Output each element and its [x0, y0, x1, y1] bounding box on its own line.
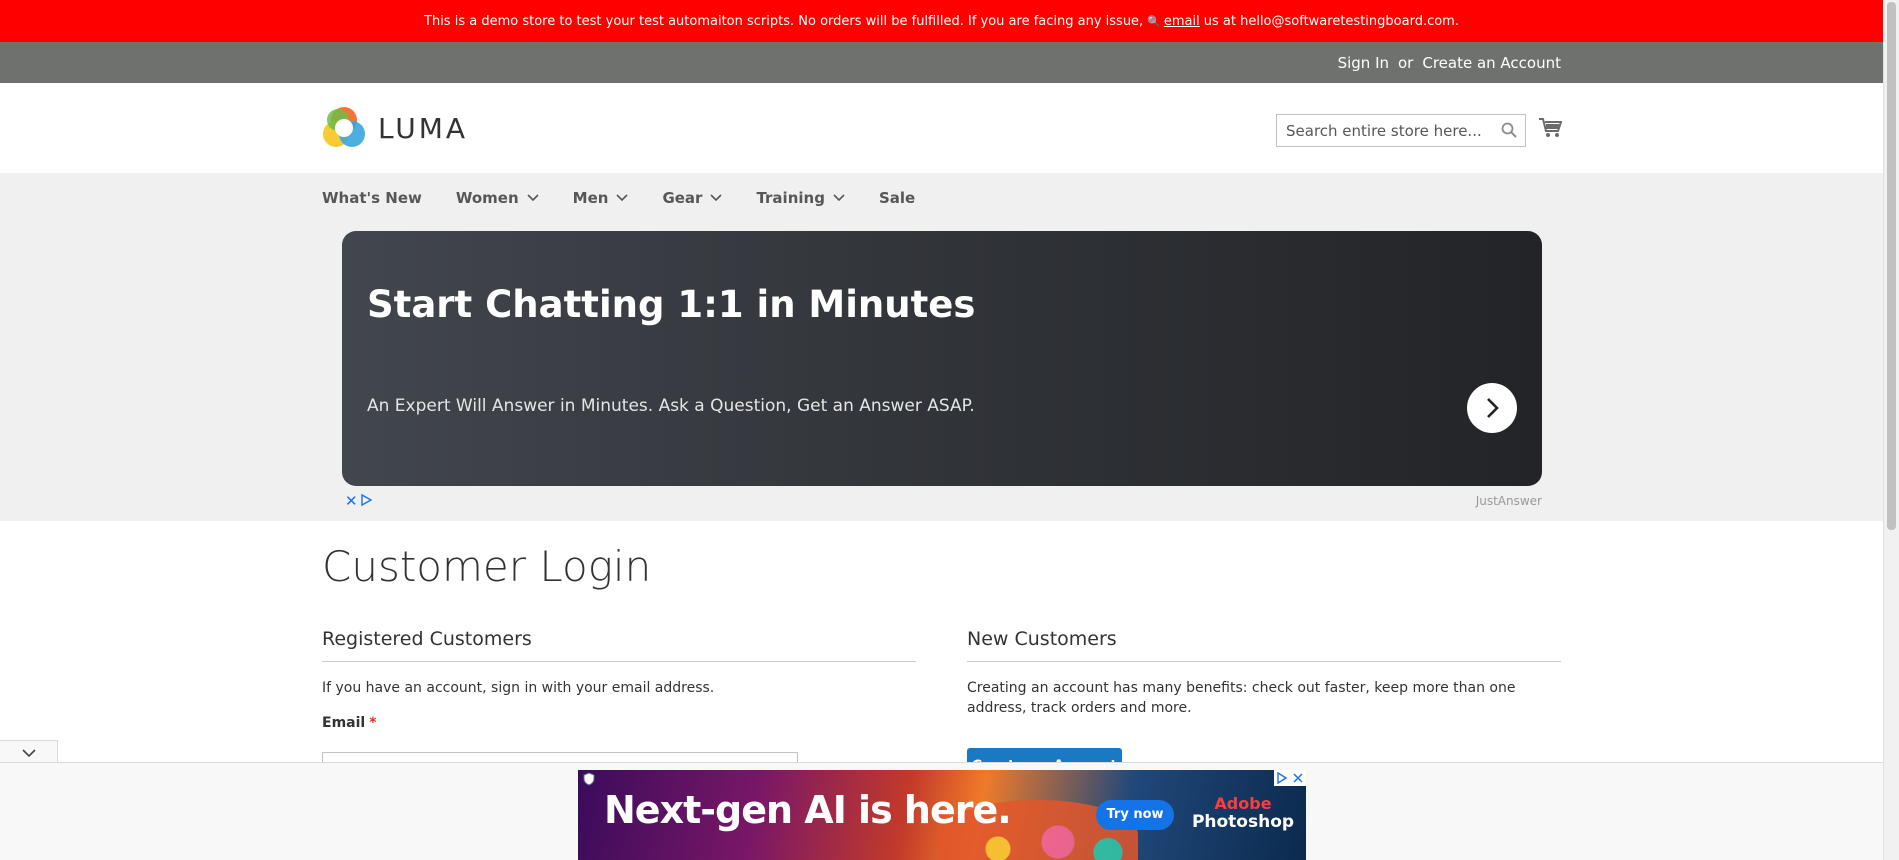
adobe-brand-line1: Adobe: [1214, 794, 1272, 813]
nav-item-label: Sale: [878, 188, 916, 207]
site-header: LUMA: [0, 83, 1883, 173]
account-links: Sign In or Create an Account: [1338, 42, 1561, 83]
scroll-thumb[interactable]: [1887, 2, 1896, 530]
logo-text: LUMA: [378, 111, 469, 145]
chevron-right-icon: [1487, 398, 1499, 418]
ad-brand: JustAnswer: [1475, 494, 1542, 508]
ad-footer: ✕ JustAnswer: [342, 492, 1542, 510]
magnifier-icon: 🔍: [1147, 14, 1161, 28]
search-box[interactable]: [1276, 114, 1526, 147]
shield-icon: [583, 772, 595, 786]
page-title: Customer Login: [322, 542, 652, 591]
adobe-brand-line2: Photoshop: [1191, 812, 1295, 832]
nav-item-label: Men: [572, 188, 609, 207]
nav-item-label: Training: [756, 188, 825, 207]
page-scrollbar[interactable]: [1883, 0, 1899, 860]
nav-item-training[interactable]: Training: [756, 188, 845, 207]
nav-item-label: Gear: [662, 188, 703, 207]
adobe-brand: Adobe Photoshop: [1188, 794, 1298, 832]
nav-item-gear[interactable]: Gear: [662, 188, 723, 207]
anchor-ad-collapse-button[interactable]: [0, 740, 58, 764]
luma-logo-icon: [323, 107, 365, 147]
sign-in-link[interactable]: Sign In: [1338, 54, 1389, 72]
ad-subtitle: An Expert Will Answer in Minutes. Ask a …: [367, 396, 975, 416]
chevron-down-icon: [527, 193, 539, 201]
adobe-photoshop-ad[interactable]: Next-gen AI is here. Try now Adobe Photo…: [578, 770, 1306, 860]
registered-customers-title: Registered Customers: [322, 628, 916, 662]
nav-item-women[interactable]: Women: [456, 189, 539, 207]
or-separator: or: [1398, 53, 1414, 72]
nav-item-men[interactable]: Men: [573, 189, 629, 207]
search-icon[interactable]: [1501, 122, 1517, 142]
justanswer-banner-ad[interactable]: Start Chatting 1:1 in Minutes An Expert …: [342, 231, 1542, 486]
ad-title: Start Chatting 1:1 in Minutes: [367, 283, 976, 326]
try-now-button[interactable]: Try now: [1096, 800, 1174, 830]
create-account-link[interactable]: Create an Account: [1422, 54, 1561, 72]
chevron-down-icon: [833, 193, 845, 201]
chevron-down-icon: [21, 748, 36, 757]
registered-customers-text: If you have an account, sign in with you…: [322, 680, 715, 696]
search-input[interactable]: [1277, 115, 1487, 146]
demo-notice-bar: This is a demo store to test your test a…: [0, 0, 1883, 42]
registered-customers-block: Registered Customers If you have an acco…: [322, 628, 916, 782]
nav-item-label: What's New: [322, 188, 422, 207]
new-customers-block: New Customers Creating an account has ma…: [967, 628, 1561, 784]
demo-notice-text: This is a demo store to test your test a…: [424, 13, 1144, 29]
new-customers-title: New Customers: [967, 628, 1561, 662]
required-marker: *: [369, 715, 377, 731]
nav-item-label: Women: [455, 188, 519, 207]
luma-logo[interactable]: LUMA: [322, 106, 468, 150]
anchor-ad-controls: [1274, 770, 1306, 786]
close-icon[interactable]: [1293, 773, 1303, 783]
cart-icon[interactable]: [1538, 117, 1563, 143]
ad-close-icon[interactable]: ✕: [345, 492, 358, 510]
top-panel: Sign In or Create an Account: [0, 42, 1883, 83]
adchoices-icon[interactable]: [1277, 772, 1287, 784]
ad-headline: Next-gen AI is here.: [604, 788, 1012, 832]
main-navigation: What's New Women Men Gear Training Sale: [322, 173, 949, 222]
new-customers-text: Creating an account has many benefits: c…: [967, 680, 1516, 716]
email-label: Email *: [322, 715, 916, 731]
chevron-down-icon: [616, 193, 629, 201]
demo-notice-suffix: us at hello@softwaretestingboard.com.: [1203, 13, 1459, 29]
email-label-text: Email: [322, 715, 366, 731]
nav-item-sale[interactable]: Sale: [879, 189, 915, 207]
ad-next-button[interactable]: [1467, 383, 1517, 433]
adchoices-icon[interactable]: [360, 494, 372, 506]
nav-item-whats-new[interactable]: What's New: [322, 189, 422, 207]
chevron-down-icon: [710, 193, 723, 201]
email-link[interactable]: email: [1164, 14, 1200, 29]
